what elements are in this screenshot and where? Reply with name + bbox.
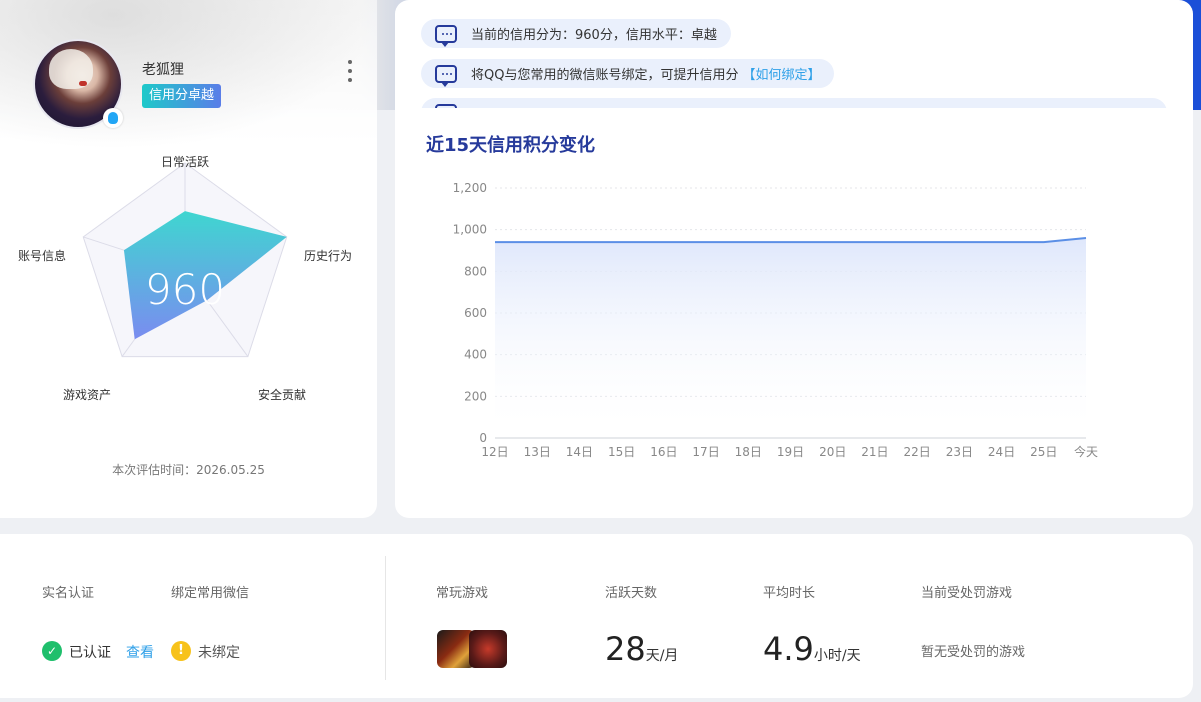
more-options-icon[interactable]	[343, 60, 357, 82]
check-icon: ✓	[42, 641, 62, 661]
trend-line	[495, 237, 1087, 244]
notice-scroll-clip	[421, 98, 1167, 108]
x-tick-label: 14日	[566, 445, 593, 459]
radar-label-history: 历史行为	[304, 249, 353, 263]
message-icon	[435, 24, 457, 47]
notice-text: 将QQ与您常用的微信账号绑定，可提升信用分	[471, 68, 739, 83]
y-tick-label: 1,200	[453, 181, 487, 195]
x-tick-label: 12日	[481, 445, 508, 459]
divider	[385, 556, 386, 680]
radar-label-daily-active: 日常活跃	[161, 155, 210, 169]
warning-icon: !	[171, 641, 191, 661]
credit-score: 960	[145, 265, 225, 314]
radar-label-account-info: 账号信息	[18, 249, 67, 263]
avg-time-number: 4.9	[763, 630, 814, 668]
x-tick-label: 今天	[1074, 444, 1098, 459]
qq-icon	[103, 108, 123, 128]
message-icon	[435, 64, 457, 87]
notice-bind-wechat: 将QQ与您常用的微信账号绑定，可提升信用分 【如何绑定】	[421, 59, 835, 88]
view-realname-link[interactable]: 查看	[126, 642, 154, 662]
notice-partial	[421, 98, 1167, 108]
y-tick-label: 1,000	[453, 223, 487, 237]
active-days-label: 活跃天数	[605, 586, 658, 601]
x-tick-label: 20日	[819, 445, 846, 459]
y-tick-label: 0	[479, 431, 487, 445]
realname-status: 已认证	[69, 645, 111, 661]
avg-time-label: 平均时长	[763, 586, 816, 601]
x-tick-label: 18日	[735, 445, 762, 459]
x-tick-label: 24日	[988, 445, 1015, 459]
how-to-bind-link[interactable]: 【如何绑定】	[742, 64, 820, 83]
x-tick-label: 16日	[650, 445, 677, 459]
radar-svg: 960	[82, 162, 288, 358]
credit-trend-chart: 0 200 400 600 800 1,000 1,200 12日 13日 14日 15日 16日 1…	[453, 181, 1098, 459]
x-tick-label: 21日	[861, 445, 888, 459]
avg-time-value: 4.9小时/天	[763, 630, 861, 668]
chart-title: 近15天信用积分变化	[426, 135, 596, 156]
active-days-value: 28天/月	[605, 630, 678, 668]
y-tick-label: 800	[464, 264, 487, 278]
x-tick-label: 19日	[777, 445, 804, 459]
y-tick-label: 600	[464, 306, 487, 320]
y-tick-label: 400	[464, 348, 487, 362]
avatar-eye	[79, 81, 87, 86]
punish-label: 当前受处罚游戏	[921, 586, 1013, 601]
evaluation-time: 本次评估时间：2026.05.25	[112, 463, 265, 477]
x-tick-label: 25日	[1030, 445, 1057, 459]
y-tick-label: 200	[464, 389, 487, 403]
wechat-bind-label: 绑定常用微信	[171, 586, 250, 601]
radar-label-security: 安全贡献	[258, 388, 307, 402]
x-tick-label: 17日	[692, 445, 719, 459]
notice-text: 当前的信用分为：960分，信用水平：卓越	[471, 28, 717, 43]
credit-level-badge: 信用分卓越	[142, 84, 222, 108]
credit-radar-chart: 960 日常活跃 历史行为 安全贡献 游戏资产 账号信息	[0, 140, 377, 420]
punish-status: 暂无受处罚的游戏	[921, 645, 1026, 660]
game-icon-2[interactable]	[469, 630, 507, 668]
active-days-number: 28	[605, 630, 646, 668]
x-tick-label: 22日	[904, 445, 931, 459]
avg-time-unit: 小时/天	[813, 648, 861, 664]
account-stats-card: 实名认证 绑定常用微信 常玩游戏 活跃天数 平均时长 当前受处罚游戏 ✓ 已认证…	[0, 534, 1193, 698]
active-days-unit: 天/月	[645, 648, 679, 664]
notice-credit-score: 当前的信用分为：960分，信用水平：卓越	[421, 19, 731, 48]
username: 老狐狸	[142, 62, 184, 78]
x-tick-label: 15日	[608, 445, 635, 459]
x-tick-label: 23日	[946, 445, 973, 459]
x-tick-label: 13日	[524, 445, 551, 459]
profile-card: 老狐狸 信用分卓越 960 日常活跃 历史行为 安全贡献 游戏资产 账号信息 本…	[0, 0, 377, 518]
trend-area	[495, 238, 1086, 438]
wechat-bind-status: 未绑定	[198, 645, 240, 661]
message-icon	[435, 103, 457, 108]
realname-label: 实名认证	[42, 586, 95, 601]
games-label: 常玩游戏	[436, 586, 489, 601]
radar-label-game-assets: 游戏资产	[63, 388, 112, 402]
credit-main-card: 当前的信用分为：960分，信用水平：卓越 将QQ与您常用的微信账号绑定，可提升信…	[395, 0, 1193, 518]
